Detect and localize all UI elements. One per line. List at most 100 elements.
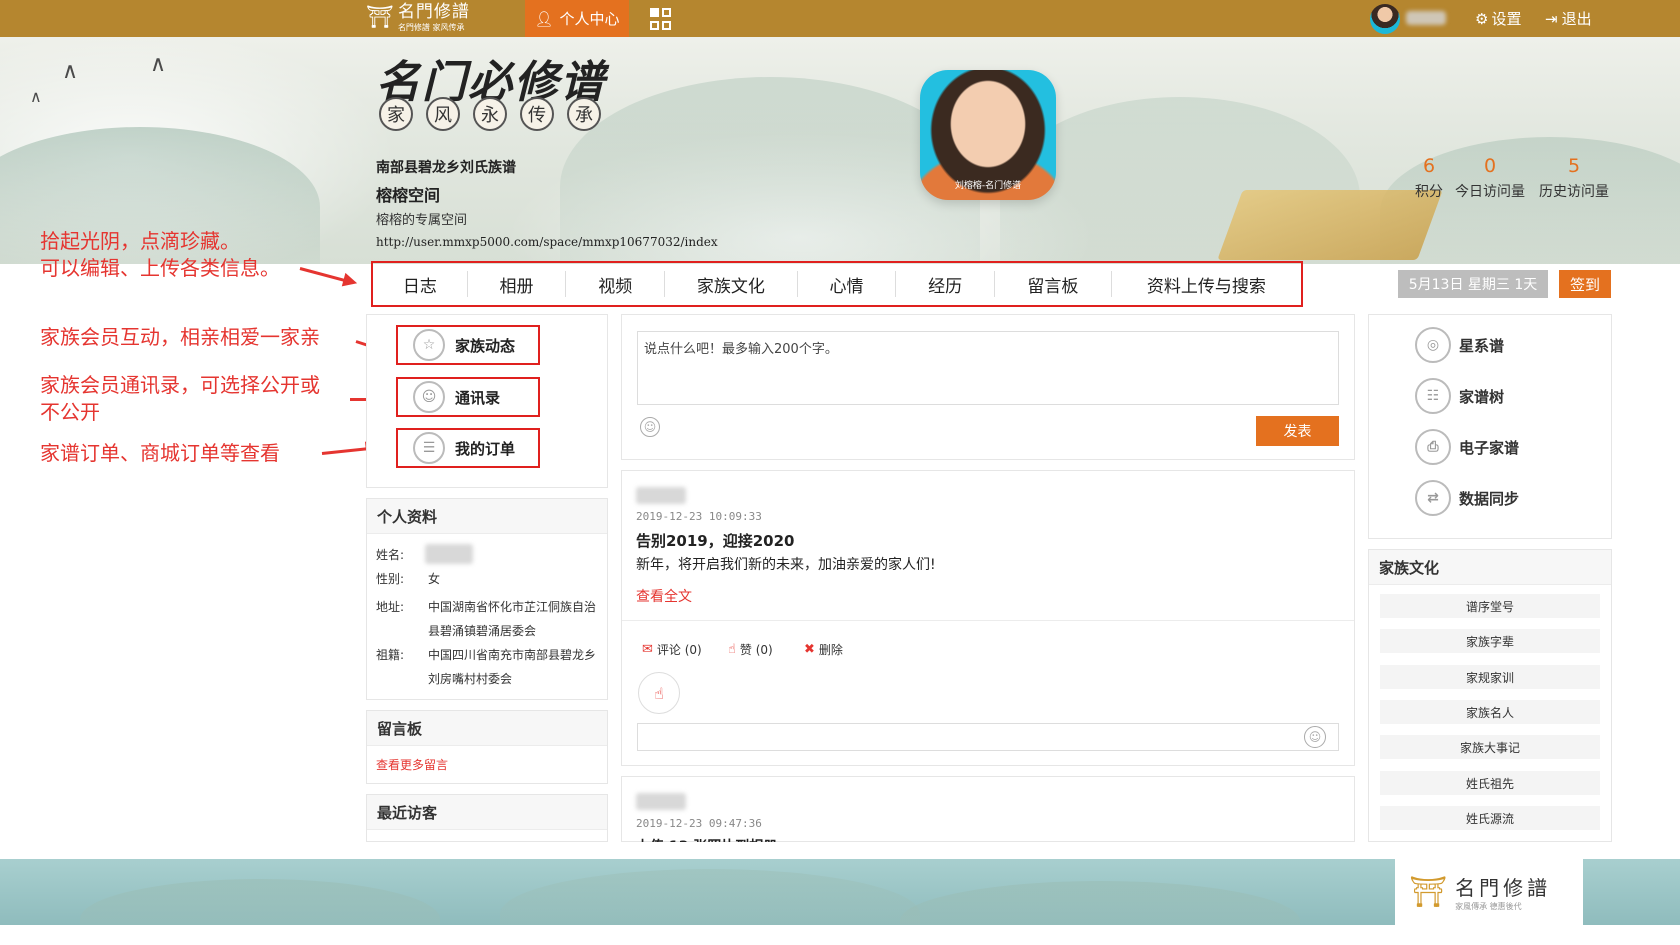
footer-logo-subtitle: 家風傳承 德惠後代 <box>1455 902 1522 911</box>
date-badge: 5月13日 星期三 1天 <box>1398 270 1548 298</box>
my-orders-label: 我的订单 <box>455 439 516 458</box>
culture-title: 家族文化 <box>1369 550 1611 585</box>
site-logo[interactable]: ⛩ 名門修譜 名門修譜 家风传承 <box>366 2 492 34</box>
signin-button[interactable]: 签到 <box>1559 270 1611 298</box>
my-orders-button[interactable]: ☰ 我的订单 <box>396 428 540 468</box>
publish-button[interactable]: 发表 <box>1256 416 1339 446</box>
avatar[interactable] <box>1370 4 1400 34</box>
culture-item[interactable]: 姓氏祖先 <box>1380 771 1600 795</box>
gender-value: 女 <box>428 572 441 586</box>
motto-row: 家 风 永 传 承 <box>379 97 601 131</box>
tab-experience[interactable]: 经历 <box>896 271 996 297</box>
logout-label: 退出 <box>1561 10 1592 28</box>
visitors-title: 最近访客 <box>367 795 607 830</box>
contacts-label: 通讯录 <box>455 388 501 407</box>
post-title[interactable]: 告别2019，迎接2020 <box>636 530 795 551</box>
scroll-decoration <box>1217 190 1443 260</box>
culture-item[interactable]: 谱序堂号 <box>1380 594 1600 618</box>
address-value: 中国湖南省怀化市芷江侗族自治县碧涌镇碧涌居委会 <box>428 600 597 638</box>
building-icon: ⛩ <box>366 5 394 30</box>
stat-value: 5 <box>1567 155 1581 177</box>
annotation-text: 家族会员通讯录，可选择公开或 <box>40 373 320 397</box>
post-input[interactable]: 说点什么吧！最多输入200个字。 <box>637 331 1339 405</box>
delete-button[interactable]: ✖ 删除 <box>804 641 843 658</box>
post-card-2 <box>621 776 1355 842</box>
tab-album[interactable]: 相册 <box>468 271 567 297</box>
tab-family-culture[interactable]: 家族文化 <box>665 271 798 297</box>
e-genealogy-link[interactable]: ⎙ 电子家谱 <box>1415 429 1519 465</box>
tree-icon: ☷ <box>1415 378 1451 414</box>
tab-upload-search[interactable]: 资料上传与搜索 <box>1112 271 1301 297</box>
comment-input[interactable] <box>637 723 1339 751</box>
post-time: 2019-12-23 10:09:33 <box>636 510 762 523</box>
culture-item[interactable]: 家族大事记 <box>1380 735 1600 759</box>
contacts-icon: ☺ <box>413 381 445 413</box>
guestbook-title: 留言板 <box>367 711 607 746</box>
settings-label: 设置 <box>1491 10 1522 28</box>
family-tree-link[interactable]: ☷ 家谱树 <box>1415 378 1504 414</box>
visitors-panel: 最近访客 <box>366 794 608 842</box>
annotation-text: 家族会员互动，相亲相爱一家亲 <box>40 325 320 349</box>
apps-grid-icon[interactable] <box>650 8 672 30</box>
motto-char: 家 <box>379 97 413 131</box>
building-icon: ⛩ <box>1409 874 1448 910</box>
smiley-icon[interactable]: ☺ <box>1304 726 1326 748</box>
smiley-icon[interactable]: ☺ <box>640 417 660 437</box>
stat-points: 6 积分 <box>1412 155 1446 201</box>
culture-item[interactable]: 家族字辈 <box>1380 629 1600 653</box>
tab-mood[interactable]: 心情 <box>798 271 897 297</box>
divider <box>622 620 1354 621</box>
more-messages-link[interactable]: 查看更多留言 <box>376 756 448 773</box>
motto-char: 永 <box>473 97 507 131</box>
origin-label: 祖籍: <box>376 648 405 662</box>
address-label: 地址: <box>376 600 405 614</box>
poster-name-blurred <box>636 487 686 504</box>
star-genealogy-link[interactable]: ◎ 星系谱 <box>1415 327 1504 363</box>
culture-panel: 家族文化 <box>1368 549 1612 842</box>
post-body: 新年，将开启我们新的未来，加油亲爱的家人们! <box>636 557 936 573</box>
culture-item[interactable]: 家族名人 <box>1380 700 1600 724</box>
space-url[interactable]: http://user.mmxp5000.com/space/mmxp10677… <box>376 235 718 249</box>
comment-label: 评论 (0) <box>656 643 702 657</box>
like-circle-icon[interactable]: ☝ <box>638 672 680 714</box>
contacts-button[interactable]: ☺ 通讯录 <box>396 377 540 417</box>
logout-link[interactable]: ⇥ 退出 <box>1545 8 1592 29</box>
stat-history-visits: 5 历史访问量 <box>1536 155 1612 201</box>
star-icon: ☆ <box>413 329 445 361</box>
comment-icon: ✉ <box>642 642 653 657</box>
footer-logo[interactable]: ⛩ 名門修譜 家風傳承 德惠後代 <box>1395 859 1583 925</box>
comment-button[interactable]: ✉ 评论 (0) <box>642 641 702 658</box>
space-description: 榕榕的专属空间 <box>376 213 468 228</box>
motto-char: 承 <box>567 97 601 131</box>
avatar-caption: 刘榕榕-名门修谱 <box>954 181 1022 191</box>
annotation-text: 不公开 <box>40 400 100 424</box>
culture-item[interactable]: 家规家训 <box>1380 665 1600 689</box>
motto-char: 风 <box>426 97 460 131</box>
stat-value: 0 <box>1483 155 1497 177</box>
tab-video[interactable]: 视频 <box>566 271 666 297</box>
tab-guestbook[interactable]: 留言板 <box>995 271 1112 297</box>
annotation-text: 家谱订单、商城订单等查看 <box>40 441 280 465</box>
tool-label: 家谱树 <box>1459 387 1505 406</box>
printer-icon: ⎙ <box>1415 429 1451 465</box>
stat-label: 今日访问量 <box>1455 184 1525 200</box>
genealogy-name[interactable]: 南部县碧龙乡刘氏族谱 <box>376 157 516 177</box>
trash-icon: ✖ <box>804 642 815 657</box>
post-title[interactable]: 上传 13 张照片到相册 <box>636 836 777 842</box>
family-dynamics-button[interactable]: ☆ 家族动态 <box>396 325 540 365</box>
stat-label: 积分 <box>1415 184 1443 200</box>
data-sync-link[interactable]: ⇄ 数据同步 <box>1415 480 1519 516</box>
read-more-link[interactable]: 查看全文 <box>636 586 692 606</box>
like-button[interactable]: ☝ 赞 (0) <box>728 641 773 658</box>
culture-item[interactable]: 姓氏源流 <box>1380 806 1600 830</box>
motto-char: 传 <box>520 97 554 131</box>
thumbs-up-icon: ☝ <box>728 642 736 657</box>
main-nav: 日志 相册 视频 家族文化 心情 经历 留言板 资料上传与搜索 <box>371 261 1303 307</box>
settings-link[interactable]: ⚙ 设置 <box>1475 8 1521 29</box>
like-label: 赞 (0) <box>739 643 773 657</box>
gear-icon: ⚙ <box>1475 9 1489 28</box>
name-blurred <box>425 544 473 564</box>
tab-diary[interactable]: 日志 <box>373 271 468 297</box>
sync-icon: ⇄ <box>1415 480 1451 516</box>
personal-center-tab[interactable]: 👤︎ 个人中心 <box>525 0 629 37</box>
